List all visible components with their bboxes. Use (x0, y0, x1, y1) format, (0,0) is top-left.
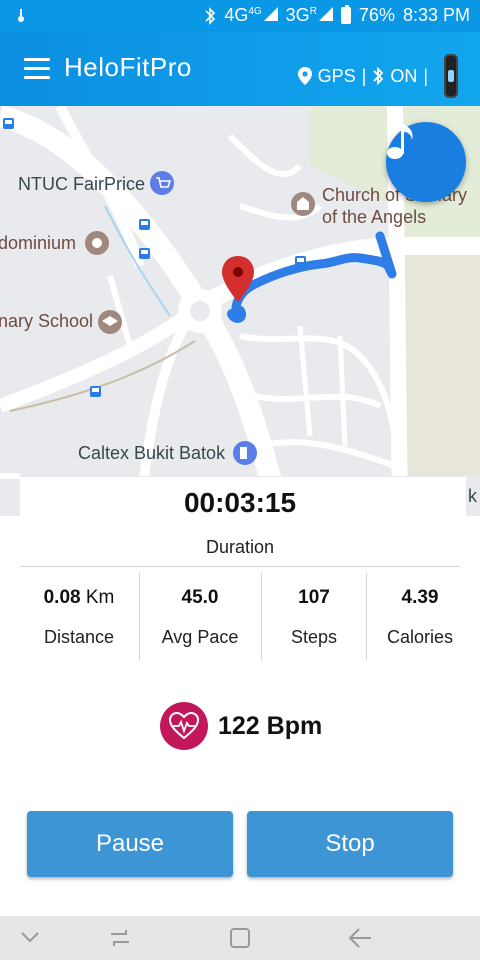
pause-button[interactable]: Pause (27, 811, 233, 877)
heart-rate-icon (160, 702, 208, 750)
stop-button[interactable]: Stop (247, 811, 453, 877)
bus-stop-icon (139, 219, 150, 230)
stat-avg-pace: 45.0 Avg Pace (140, 573, 260, 663)
avg-pace-label: Avg Pace (161, 627, 239, 647)
bus-stop-icon (3, 118, 14, 129)
status-icons: 4G4G 3GR 76% 8:33 PM (204, 5, 470, 26)
distance-label: Distance (43, 627, 115, 647)
avg-pace-value: 45.0 (181, 587, 219, 608)
route-map[interactable]: NTUC FairPrice Church of St Mary of the … (0, 106, 480, 516)
signal-icon (318, 7, 333, 21)
network-2: 3GR (286, 5, 333, 26)
battery-icon (340, 5, 351, 24)
gas-station-icon (233, 441, 257, 465)
bus-stop-icon (90, 386, 101, 397)
bluetooth-icon (373, 67, 384, 85)
recent-apps-icon[interactable] (108, 926, 132, 950)
shopping-cart-icon (150, 171, 174, 195)
system-nav-bar (0, 916, 480, 960)
map-label-ntuc: NTUC FairPrice (18, 174, 146, 194)
menu-icon[interactable] (24, 58, 50, 80)
heart-rate-value: 122 Bpm (218, 711, 323, 740)
clock: 8:33 PM (402, 5, 470, 25)
map-label-edge: k (468, 486, 477, 506)
separator: | (361, 65, 367, 86)
school-icon (98, 310, 122, 334)
separator: | (423, 65, 428, 86)
map-label-condominium: dominium (0, 233, 77, 253)
bus-stop-icon (295, 256, 306, 267)
stat-calories: 4.39 Calories (367, 573, 473, 663)
church-icon (291, 192, 315, 216)
toolbar-status: GPS | ON | (297, 54, 458, 98)
app-bar: HeloFitPro GPS | ON | (0, 32, 480, 106)
place-icon (85, 231, 109, 255)
signal-icon (263, 7, 278, 21)
bluetooth-icon (205, 6, 216, 25)
duration-label: Duration (205, 537, 275, 557)
map-label-school: nary School (0, 311, 94, 331)
stat-distance: 0.08 Km Distance (20, 573, 138, 663)
divider (20, 566, 460, 567)
steps-value: 107 (298, 587, 330, 608)
music-button[interactable] (386, 122, 466, 202)
calories-label: Calories (386, 627, 454, 647)
heart-rate: 122 Bpm (160, 702, 322, 750)
notification-icon (18, 9, 24, 22)
status-bar: 4G4G 3GR 76% 8:33 PM (0, 0, 480, 32)
fitness-band-icon[interactable] (444, 54, 458, 98)
calories-value: 4.39 (401, 587, 439, 608)
workout-stats-card: 00:03:15 Duration 0.08 Km Distance 45.0 … (20, 477, 466, 677)
duration-value: 00:03:15 (183, 487, 297, 518)
chevron-down-icon[interactable] (20, 930, 40, 944)
back-icon[interactable] (347, 926, 373, 950)
map-label-caltex: Caltex Bukit Batok (78, 443, 226, 463)
location-pin-icon (297, 67, 312, 85)
steps-label: Steps (290, 627, 338, 647)
stat-steps: 107 Steps (262, 573, 366, 663)
bluetooth-state: ON (390, 65, 418, 86)
bus-stop-icon (139, 248, 150, 259)
battery-percent: 76% (358, 5, 395, 25)
home-icon[interactable] (228, 926, 252, 950)
network-1: 4G4G (224, 5, 278, 26)
distance-value: 0.08 Km (43, 587, 115, 608)
gps-label: GPS (317, 65, 356, 86)
app-title: HeloFitPro (64, 52, 192, 82)
music-note-icon (387, 124, 413, 159)
